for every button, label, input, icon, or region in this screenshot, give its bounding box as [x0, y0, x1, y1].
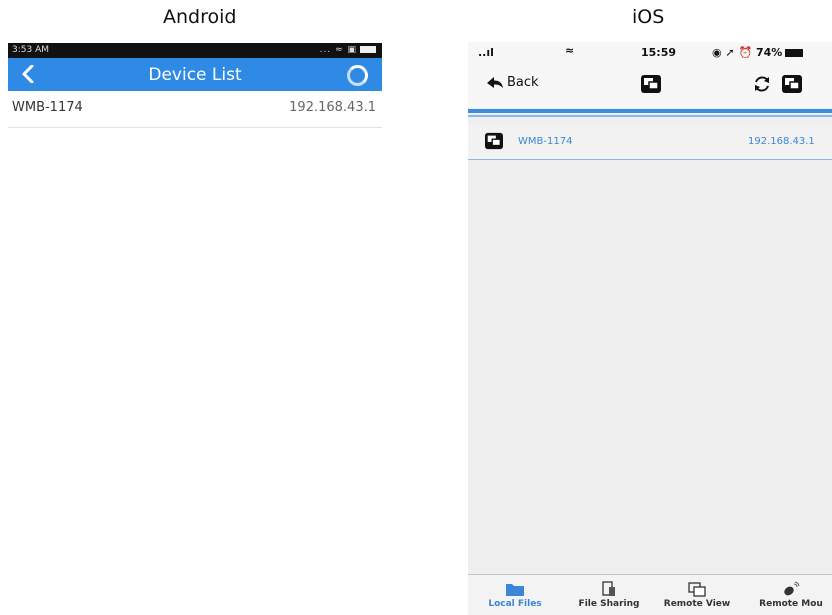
ios-nav-bar: Back [468, 64, 832, 108]
android-page-title: Device List [148, 65, 242, 85]
remote-mouse-icon [784, 581, 800, 596]
wifi-icon: ≈ [565, 44, 575, 57]
signal-icon: ..ıl [478, 46, 494, 59]
tab-label: Local Files [488, 599, 542, 609]
device-switch-icon [640, 74, 662, 98]
ios-tab-bar: Local Files File Sharing Remote View Rem… [468, 574, 832, 615]
tab-remote-view[interactable]: Remote View [652, 575, 742, 615]
nav-divider-light [468, 115, 832, 117]
device-ip: 192.168.43.1 [748, 136, 815, 147]
loading-spinner-icon [347, 65, 368, 86]
ios-device-row[interactable]: WMB-1174 192.168.43.1 [468, 125, 832, 160]
file-sharing-icon [602, 581, 615, 596]
device-name: WMB-1174 [12, 100, 83, 115]
tab-file-sharing[interactable]: File Sharing [564, 575, 654, 615]
folder-icon [506, 584, 524, 596]
back-arrow-icon [487, 76, 503, 88]
tab-remote-mouse[interactable]: Remote Mou [746, 575, 832, 615]
ios-status-right: ◉ ➚ ⏰ 74% [712, 46, 804, 59]
android-toolbar: Device List [8, 58, 382, 91]
android-status-bar: 3:53 AM ... ≈ ▣ [8, 43, 382, 58]
tab-local-files[interactable]: Local Files [470, 575, 560, 615]
battery-icon [785, 49, 804, 57]
refresh-icon[interactable] [752, 74, 772, 98]
android-status-icons: ... ≈ ▣ [320, 45, 376, 55]
android-device-row[interactable]: WMB-1174 192.168.43.1 [8, 91, 382, 128]
android-caption: Android [163, 6, 237, 28]
tab-label: Remote Mou [759, 599, 823, 609]
ios-caption: iOS [632, 6, 665, 28]
remote-view-icon [688, 582, 706, 597]
device-name: WMB-1174 [518, 136, 573, 147]
back-label: Back [507, 75, 539, 90]
ios-status-bar: ..ıl ≈ 15:59 ◉ ➚ ⏰ 74% [468, 42, 832, 64]
device-connect-icon[interactable] [781, 74, 803, 98]
android-status-time: 3:53 AM [12, 45, 49, 55]
tab-label: Remote View [663, 599, 731, 609]
battery-icon [360, 46, 376, 53]
ios-screen: ..ıl ≈ 15:59 ◉ ➚ ⏰ 74% Back WMB-1174 192… [468, 42, 832, 615]
nav-divider [468, 109, 832, 113]
device-icon [484, 132, 504, 153]
tab-label: File Sharing [578, 599, 640, 609]
device-ip: 192.168.43.1 [289, 100, 376, 115]
android-screen: 3:53 AM ... ≈ ▣ Device List WMB-1174 192… [8, 43, 382, 615]
ios-status-time: 15:59 [641, 46, 677, 59]
back-button[interactable]: Back [486, 75, 539, 90]
